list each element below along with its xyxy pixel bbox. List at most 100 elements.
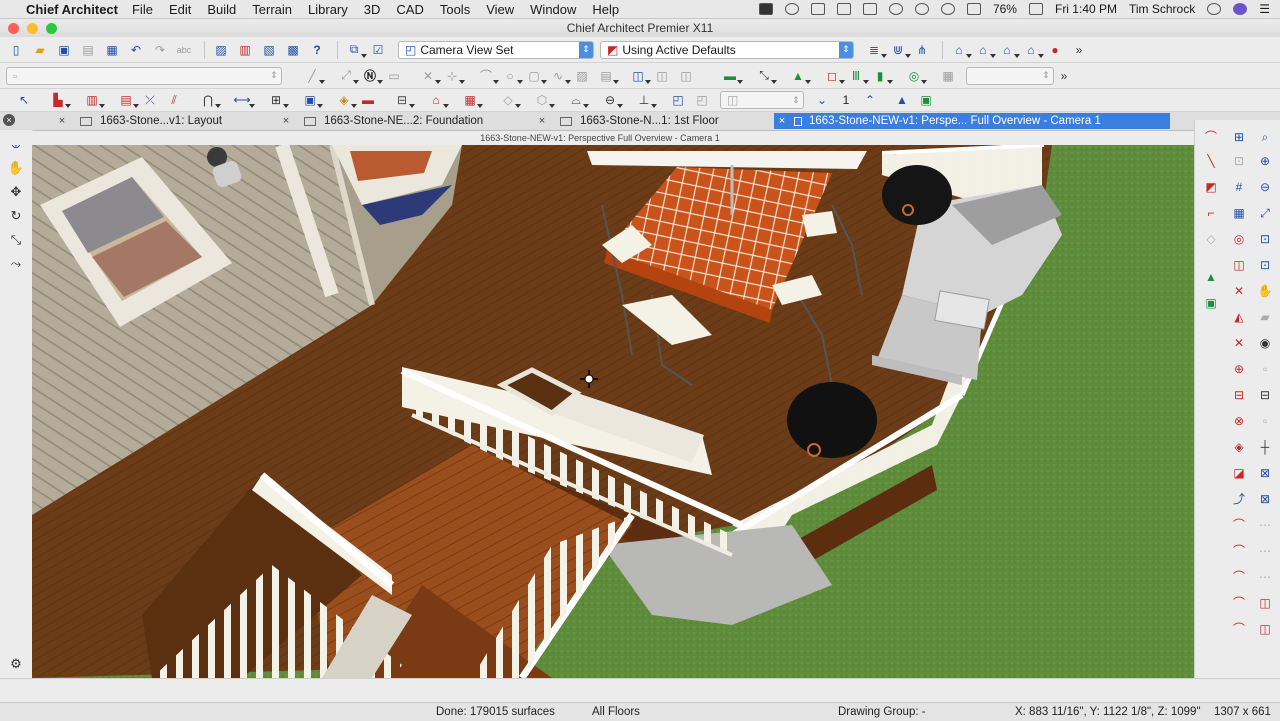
brick-tool-button[interactable]: ▦	[460, 91, 483, 109]
tab-camera-1[interactable]: × 1663-Stone-NEW-v1: Perspe... Full Over…	[774, 113, 1170, 129]
explode-tool[interactable]: ◪	[1229, 464, 1249, 482]
annotation-button[interactable]: ≣	[864, 41, 887, 59]
record-walk-tool[interactable]: ▫	[1255, 360, 1275, 378]
pan-view-tool[interactable]: ✋	[1255, 282, 1275, 300]
notification-center-icon[interactable]: ☰	[1259, 2, 1270, 16]
app-menu[interactable]: Chief Architect	[26, 2, 118, 17]
3d-perspective-view[interactable]	[32, 145, 1194, 678]
hd-status-icon[interactable]	[758, 3, 773, 15]
tilt-tool[interactable]: ⤡	[6, 232, 26, 250]
dimension-view-tool[interactable]: ┼	[1255, 438, 1275, 456]
plan-view-button[interactable]: ◰	[668, 91, 688, 109]
spline-arc-tool[interactable]: ⤴	[1229, 490, 1249, 508]
fill-tool-button[interactable]: ▨	[572, 67, 592, 85]
stair-tool-button[interactable]: ⫽	[164, 91, 184, 109]
redo-button[interactable]: ↷	[150, 41, 170, 59]
fence-tool-button[interactable]: Ⅲ	[846, 67, 869, 85]
close-all-tabs-button[interactable]: ×	[3, 114, 15, 126]
roof-tool-button[interactable]: ⋂	[198, 91, 221, 109]
walkthrough-tool[interactable]: ◉	[1255, 334, 1275, 352]
creative-cloud-icon[interactable]	[784, 3, 799, 15]
help-button[interactable]: ?	[307, 41, 327, 59]
door-tool-button[interactable]: ▣	[300, 91, 323, 109]
arc-tool-button[interactable]: ⌒	[476, 67, 499, 85]
plant-tool-button[interactable]: ▲	[788, 67, 811, 85]
print-view-tool[interactable]: ◫	[1255, 620, 1275, 638]
landscape-tool-button[interactable]: ◻	[822, 67, 845, 85]
library-browser-button[interactable]: ▥	[235, 41, 255, 59]
overview-button[interactable]: ⌂	[1021, 41, 1044, 59]
up-one-floor-button[interactable]: ⌃	[860, 91, 880, 109]
copy-tool-button[interactable]: ◫	[676, 67, 696, 85]
terrain-button[interactable]: ▬	[720, 67, 743, 85]
shape-tool-button[interactable]: ▭	[384, 67, 404, 85]
extend-tool[interactable]: ◇	[1201, 230, 1221, 248]
road-tool-button[interactable]: ⤡	[754, 67, 777, 85]
export-tool[interactable]: ▣	[1201, 294, 1221, 312]
curve-tool[interactable]: ⌒	[1229, 516, 1249, 534]
curve-tool-4[interactable]: ⌒	[1229, 594, 1249, 612]
volume-icon[interactable]	[966, 3, 981, 15]
clock[interactable]: Fri 1:40 PM	[1055, 2, 1117, 16]
camera-window-button[interactable]: ◫	[628, 67, 651, 85]
menu-edit[interactable]: Edit	[169, 2, 191, 17]
arch-tool-button[interactable]: ⌓	[566, 91, 589, 109]
cross-section-button[interactable]: ⌂	[973, 41, 996, 59]
material-tool-button[interactable]: ◈	[334, 91, 357, 109]
cabinet-tool-button[interactable]: ▤	[116, 91, 139, 109]
cross-hair-tool[interactable]: ⊠	[1255, 490, 1275, 508]
rotate-tool-button[interactable]: ◫	[652, 67, 672, 85]
break-tool[interactable]: ◩	[1201, 178, 1221, 196]
window-tool-button[interactable]: ⊞	[266, 91, 289, 109]
tab-foundation[interactable]: × 1663-Stone-NE...2: Foundation	[278, 113, 528, 129]
toolbar-overflow-button[interactable]: »	[1069, 41, 1089, 59]
close-tab-icon[interactable]: ×	[278, 115, 294, 127]
close-tab-icon[interactable]: ×	[534, 115, 550, 127]
pan-tool[interactable]: ✋	[6, 160, 26, 178]
fill-window-tool[interactable]: ⤢	[1255, 204, 1275, 222]
record-button[interactable]: ●	[1045, 41, 1065, 59]
camera-tool-button[interactable]: ⌂	[997, 41, 1020, 59]
menu-tools[interactable]: Tools	[440, 2, 470, 17]
layout-tool[interactable]: ▫	[1255, 412, 1275, 430]
slab-tool-button[interactable]: ◇	[498, 91, 521, 109]
sync-icon[interactable]	[888, 3, 903, 15]
grid-tool[interactable]: #	[1229, 178, 1249, 196]
menu-cad[interactable]: CAD	[396, 2, 423, 17]
plan-view-tool[interactable]: ⊟	[1255, 386, 1275, 404]
bottom-scroll-area[interactable]	[0, 678, 1280, 703]
snap-tool[interactable]: ⋯	[1255, 516, 1275, 534]
swap-view-tool[interactable]: ⊡	[1255, 256, 1275, 274]
menu-window[interactable]: Window	[530, 2, 576, 17]
align-tool[interactable]: ⊞	[1229, 128, 1249, 146]
floor-dropdown[interactable]: ◫ ⇕	[720, 91, 804, 109]
arc-tool[interactable]: ⌒	[1201, 128, 1221, 146]
walk-tool[interactable]: ⤳	[6, 256, 26, 274]
reference-button[interactable]: ◰	[692, 91, 712, 109]
spell-check-button[interactable]: abc	[174, 41, 194, 59]
layer-display-button[interactable]: ▧	[259, 41, 279, 59]
move-tool[interactable]: ✥	[6, 184, 26, 202]
menu-build[interactable]: Build	[207, 2, 236, 17]
close-tab-icon[interactable]: ×	[54, 115, 70, 127]
zoom-in-tool[interactable]: ⊕	[1255, 152, 1275, 170]
print-button[interactable]: ▤	[78, 41, 98, 59]
line-tool-button[interactable]: ⤢	[336, 67, 359, 85]
send-to-layout-button[interactable]: ▦	[102, 41, 122, 59]
view-settings-button[interactable]: ⚙	[6, 656, 26, 674]
measure-tool[interactable]: ⊠	[1255, 464, 1275, 482]
plan-defaults-button[interactable]: ▨	[211, 41, 231, 59]
zoom-out-tool[interactable]: ⊖	[1255, 178, 1275, 196]
chamfer-tool[interactable]: ⊗	[1229, 412, 1249, 430]
select-arrow-button[interactable]: ↖	[14, 91, 34, 109]
minimize-window-button[interactable]	[27, 23, 38, 34]
wall-type-button[interactable]: ▙	[48, 91, 71, 109]
close-window-button[interactable]	[8, 23, 19, 34]
room-tool-button[interactable]: ▥	[82, 91, 105, 109]
close-tab-icon[interactable]: ×	[774, 115, 790, 127]
menu-file[interactable]: File	[132, 2, 153, 17]
user-name[interactable]: Tim Schrock	[1129, 2, 1195, 16]
disabled-view-tool[interactable]: ▰	[1255, 308, 1275, 326]
house-tool-button[interactable]: ⌂	[426, 91, 449, 109]
menu-library[interactable]: Library	[308, 2, 348, 17]
